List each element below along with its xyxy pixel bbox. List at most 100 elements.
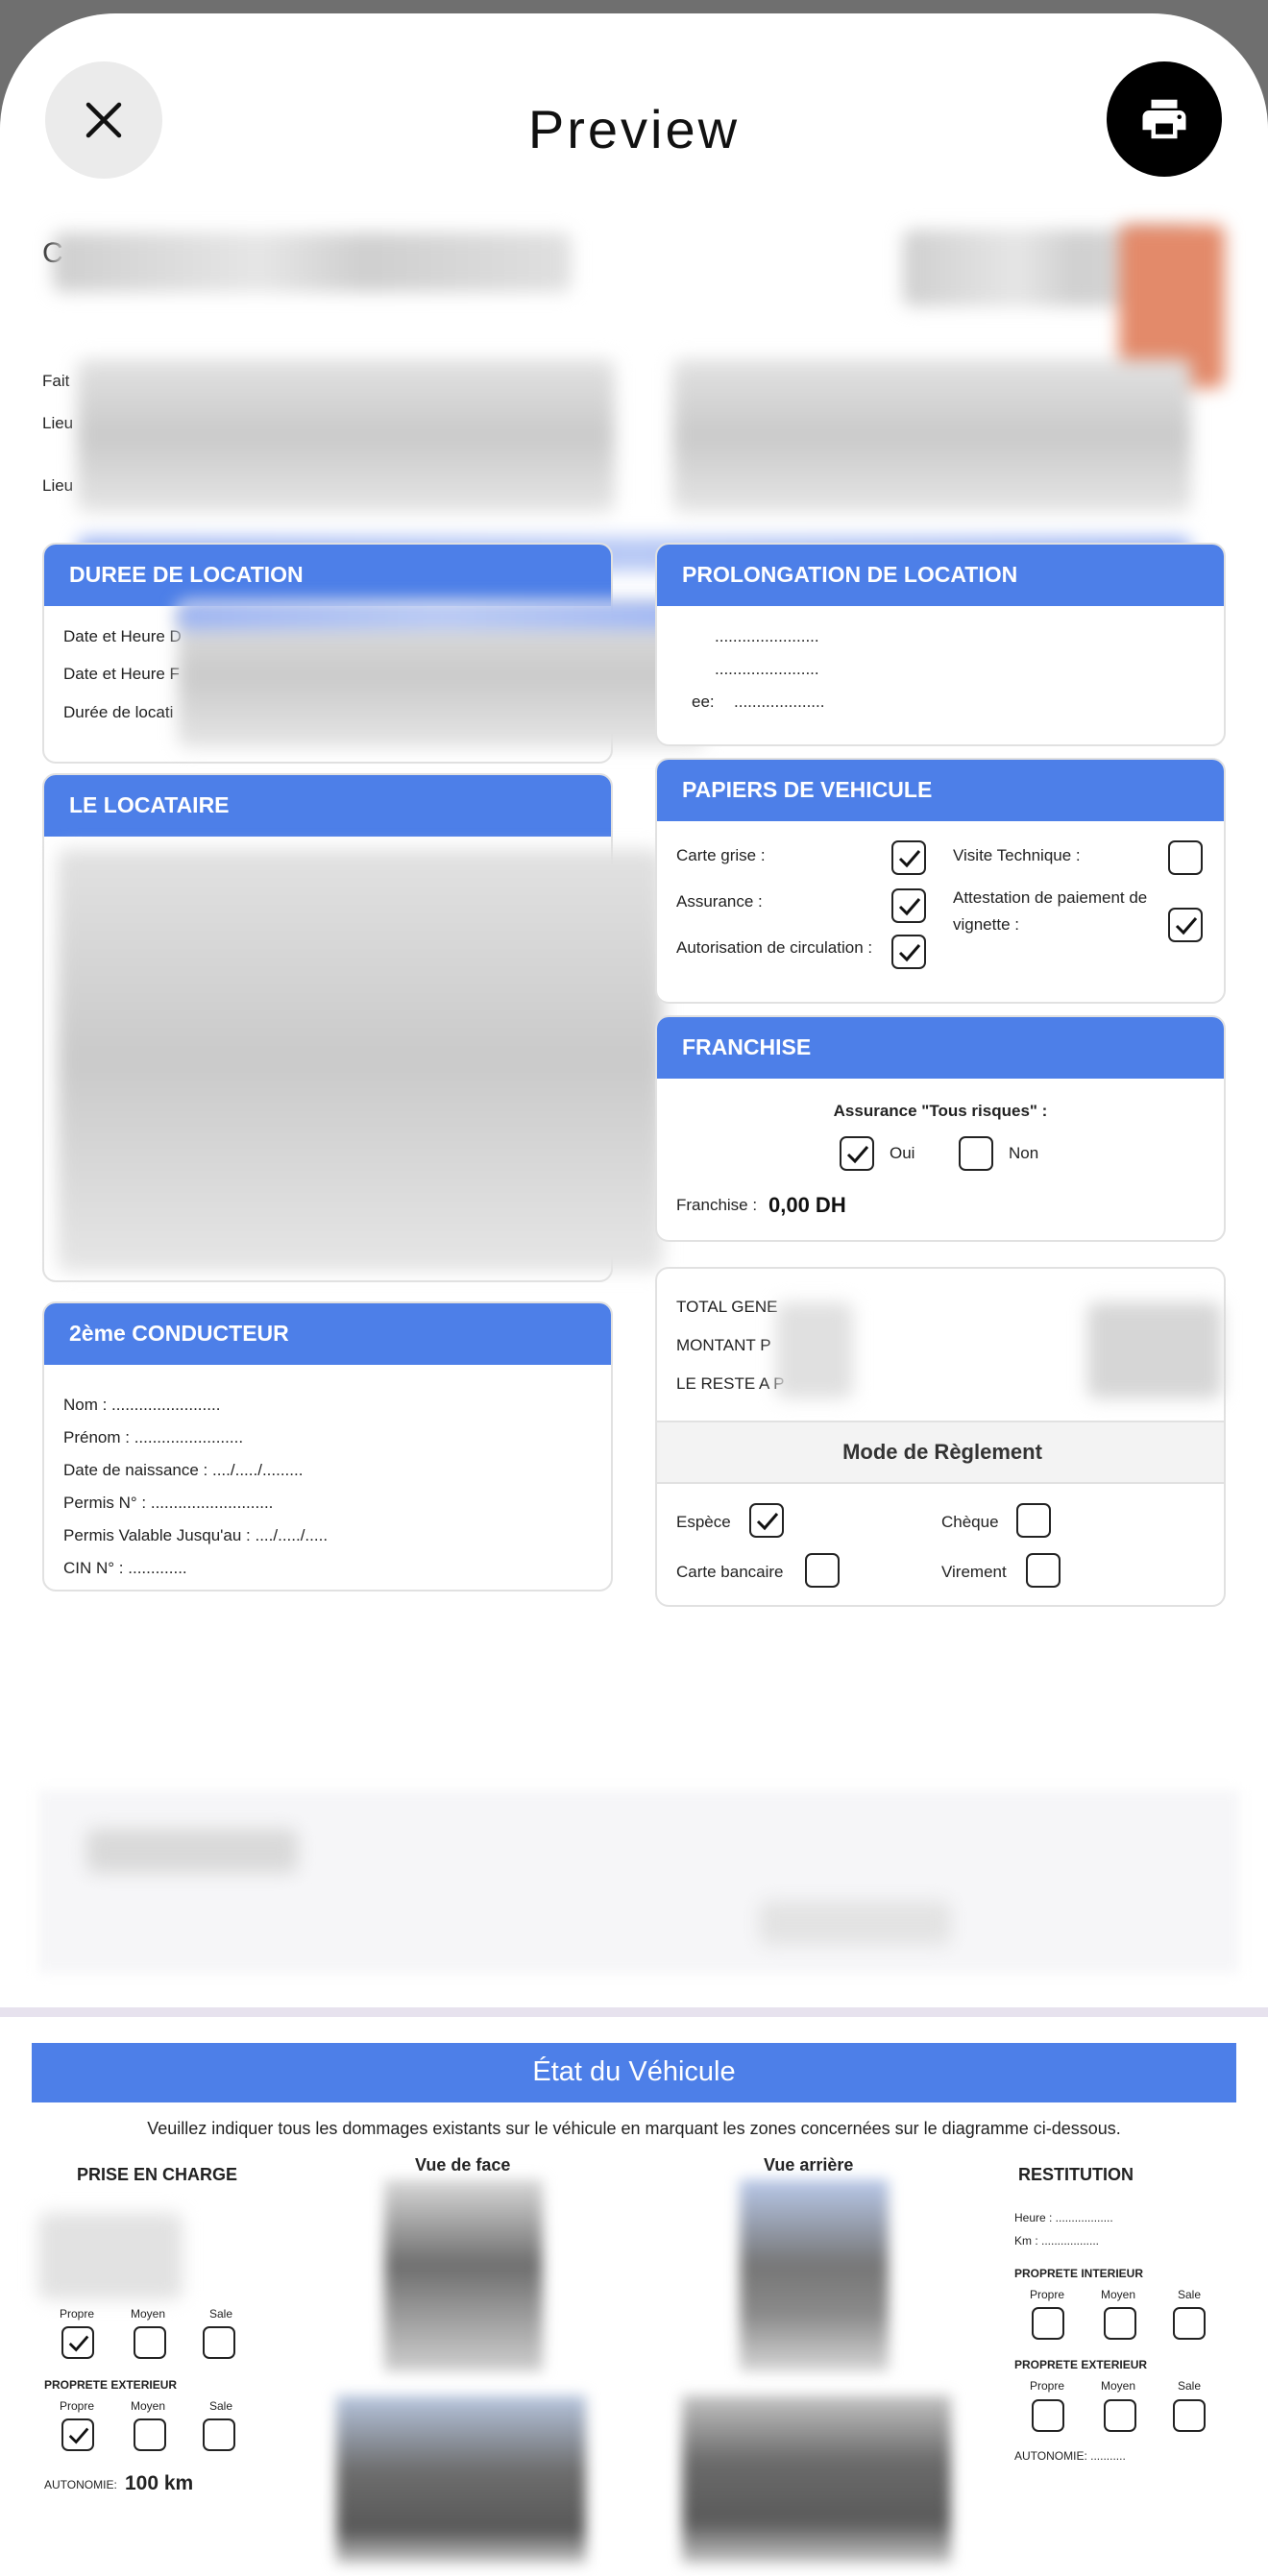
autorisation-checkbox[interactable] — [891, 935, 926, 969]
blurred-dates-band — [178, 601, 706, 630]
mode-reglement-header: Mode de Règlement — [657, 1421, 1224, 1484]
duree-row-start: Date et Heure D — [63, 627, 182, 645]
reste-a-payer-label: LE RESTE A P — [676, 1374, 785, 1393]
conducteur-cin: CIN N° : ............. — [63, 1559, 187, 1577]
preview-sheet: Preview C Fait Lieu Lieu DUREE DE LOCATI… — [0, 13, 1268, 2576]
etat-instructions: Veuillez indiquer tous les dommages exis… — [147, 2119, 1121, 2138]
rest-int-sale: Sale — [1178, 2288, 1202, 2301]
total-general-label: TOTAL GENE — [676, 1298, 778, 1316]
visite-label: Visite Technique : — [953, 846, 1081, 864]
blurred-prise-details — [38, 2213, 183, 2299]
oui-label: Oui — [890, 1144, 915, 1162]
duree-location-title: DUREE DE LOCATION — [44, 545, 611, 606]
restitution-ext-title: PROPRETE EXTERIEUR — [1014, 2358, 1148, 2371]
conducteur-prenom: Prénom : ........................ — [63, 1428, 244, 1446]
rest-int-propre: Propre — [1030, 2288, 1065, 2301]
assurance-label: Assurance : — [676, 892, 763, 911]
autonomie-value: 100 km — [125, 2472, 194, 2494]
non-label: Non — [1009, 1144, 1039, 1162]
blurred-signature-right — [759, 1901, 951, 1945]
espece-checkbox[interactable] — [749, 1503, 784, 1538]
prise-ext-sale-checkbox[interactable] — [203, 2418, 235, 2451]
mode-reglement-title: Mode de Règlement — [842, 1440, 1042, 1464]
franchise-title: FRANCHISE — [657, 1017, 1224, 1079]
attestation-label-1: Attestation de paiement de — [953, 888, 1148, 907]
prise-ext-sale: Sale — [209, 2399, 233, 2413]
prise-int-sale: Sale — [209, 2307, 233, 2321]
rest-ext-propre-checkbox[interactable] — [1032, 2399, 1064, 2432]
attestation-label-2: vignette : — [953, 915, 1019, 934]
carte-grise-label: Carte grise : — [676, 846, 766, 864]
franchise-panel: FRANCHISE Assurance "Tous risques" : Oui… — [655, 1015, 1226, 1242]
conducteur-panel: 2ème CONDUCTEUR Nom : ..................… — [42, 1301, 613, 1592]
virement-checkbox[interactable] — [1026, 1553, 1061, 1588]
prise-int-sale-checkbox[interactable] — [203, 2326, 235, 2359]
vehicle-rear-lower-image — [682, 2395, 951, 2564]
lieu-label-1: Lieu — [42, 414, 74, 432]
rest-int-moyen-checkbox[interactable] — [1104, 2307, 1136, 2340]
autorisation-label: Autorisation de circulation : — [676, 938, 873, 957]
rest-int-sale-checkbox[interactable] — [1173, 2307, 1206, 2340]
prise-ext-title: PROPRETE EXTERIEUR — [44, 2378, 178, 2392]
attestation-checkbox[interactable] — [1168, 908, 1203, 942]
restitution-heure: Heure : .................. — [1014, 2211, 1113, 2224]
cheque-label: Chèque — [941, 1513, 999, 1531]
duree-row-duration: Durée de locati — [63, 703, 174, 721]
franchise-label: Franchise : — [676, 1196, 758, 1214]
autonomie-label: AUTONOMIE: — [44, 2478, 117, 2491]
vue-face-title: Vue de face — [415, 2155, 511, 2175]
franchise-value: 0,00 DH — [768, 1193, 846, 1217]
conducteur-permis: Permis N° : ........................... — [63, 1494, 274, 1512]
vue-arriere-title: Vue arrière — [764, 2155, 854, 2175]
rest-int-moyen: Moyen — [1101, 2288, 1136, 2301]
papiers-panel: PAPIERS DE VEHICULE Carte grise : Assura… — [655, 758, 1226, 1004]
cheque-checkbox[interactable] — [1016, 1503, 1051, 1538]
blurred-signature-left — [86, 1829, 298, 1873]
blurred-tenant-details — [58, 849, 663, 1272]
restitution-int-title: PROPRETE INTERIEUR — [1014, 2267, 1144, 2280]
vehicle-front-image — [384, 2179, 543, 2371]
prise-int-propre: Propre — [60, 2307, 95, 2321]
printer-icon — [1142, 99, 1186, 139]
rest-ext-sale: Sale — [1178, 2379, 1202, 2393]
carte-bancaire-checkbox[interactable] — [805, 1553, 840, 1588]
blurred-location-info — [77, 359, 615, 513]
prolongation-panel: PROLONGATION DE LOCATION ...............… — [655, 543, 1226, 746]
conducteur-naissance: Date de naissance : ..../...../......... — [63, 1461, 304, 1479]
vehicle-rear-image — [740, 2179, 889, 2371]
blurred-totals — [776, 1302, 853, 1398]
visite-checkbox[interactable] — [1168, 840, 1203, 875]
oui-checkbox[interactable] — [840, 1136, 874, 1171]
prise-int-moyen: Moyen — [131, 2307, 166, 2321]
carte-grise-checkbox[interactable] — [891, 840, 926, 875]
prise-ext-moyen-checkbox[interactable] — [134, 2418, 166, 2451]
carte-bancaire-label: Carte bancaire — [676, 1563, 784, 1581]
print-button[interactable] — [1107, 61, 1222, 177]
prise-en-charge-title: PRISE EN CHARGE — [77, 2165, 238, 2184]
prise-ext-propre-checkbox[interactable] — [61, 2418, 94, 2451]
blurred-signature-band — [38, 1790, 1239, 1973]
rest-ext-moyen-checkbox[interactable] — [1104, 2399, 1136, 2432]
prise-int-moyen-checkbox[interactable] — [134, 2326, 166, 2359]
rest-ext-propre: Propre — [1030, 2379, 1065, 2393]
rest-int-propre-checkbox[interactable] — [1032, 2307, 1064, 2340]
prolongation-row-3-prefix: ee: — [692, 693, 715, 711]
blurred-location-info-right — [672, 359, 1191, 513]
prise-ext-propre: Propre — [60, 2399, 95, 2413]
non-checkbox[interactable] — [959, 1136, 993, 1171]
prise-int-propre-checkbox[interactable] — [61, 2326, 94, 2359]
prolongation-title: PROLONGATION DE LOCATION — [657, 545, 1224, 606]
assurance-checkbox[interactable] — [891, 888, 926, 923]
blurred-totals-amount — [1087, 1302, 1222, 1398]
restitution-km: Km : .................. — [1014, 2234, 1100, 2248]
prolongation-row-1: ....................... — [715, 627, 819, 645]
prise-ext-moyen: Moyen — [131, 2399, 166, 2413]
restitution-title: RESTITUTION — [1018, 2165, 1134, 2184]
rest-ext-sale-checkbox[interactable] — [1173, 2399, 1206, 2432]
duree-row-end: Date et Heure F — [63, 665, 180, 683]
prolongation-row-2: ....................... — [715, 660, 819, 678]
blurred-company-name — [53, 232, 572, 292]
fait-label: Fait — [42, 372, 70, 390]
virement-label: Virement — [941, 1563, 1007, 1581]
lieu-label-2: Lieu — [42, 476, 74, 495]
